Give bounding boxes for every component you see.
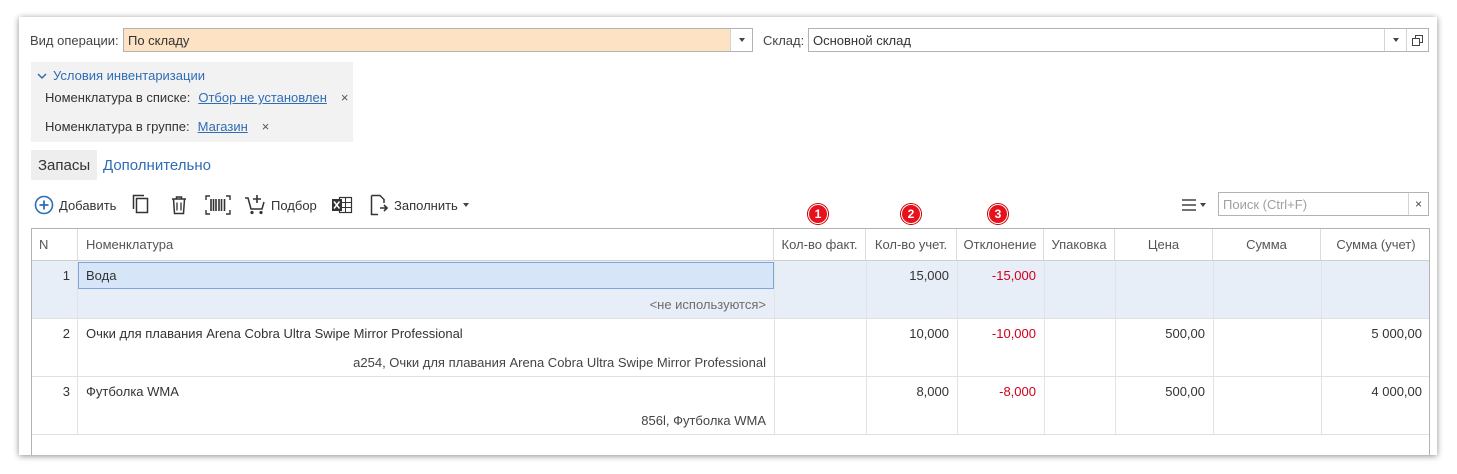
qty-accounting: 15,000 bbox=[909, 268, 949, 283]
deviation: -8,000 bbox=[999, 384, 1036, 399]
table-row[interactable]: 1 Вода <не используются> 15,000 -15,000 bbox=[32, 261, 1429, 319]
condition-label: Номенклатура в списке: bbox=[45, 90, 191, 105]
active-cell[interactable] bbox=[78, 262, 774, 289]
barcode-button[interactable] bbox=[205, 193, 231, 217]
column-header-sum-accounting[interactable]: Сумма (учет) bbox=[1321, 229, 1429, 260]
condition-label: Номенклатура в группе: bbox=[45, 119, 190, 134]
warehouse-label: Склад: bbox=[763, 33, 805, 48]
fill-button-label: Заполнить bbox=[394, 197, 458, 213]
trash-icon bbox=[172, 196, 186, 215]
callout-badge-1: 1 bbox=[808, 204, 828, 224]
column-header-item[interactable]: Номенклатура bbox=[78, 229, 774, 260]
delete-button[interactable] bbox=[170, 193, 188, 217]
condition-row-group: Номенклатура в группе: Магазин × bbox=[45, 119, 269, 134]
column-header-sum[interactable]: Сумма bbox=[1213, 229, 1321, 260]
stocks-table: N Номенклатура Кол-во факт. Кол-во учет.… bbox=[31, 228, 1430, 455]
op-type-dropdown-button[interactable] bbox=[730, 29, 752, 51]
close-icon[interactable]: × bbox=[341, 90, 349, 105]
condition-link[interactable]: Отбор не установлен bbox=[198, 90, 327, 105]
price: 500,00 bbox=[1165, 384, 1205, 399]
op-type-label: Вид операции: bbox=[30, 33, 119, 48]
item-characteristic: a254, Очки для плавания Arena Cobra Ultr… bbox=[353, 355, 766, 370]
row-number: 3 bbox=[62, 384, 70, 399]
search-field[interactable]: × bbox=[1218, 192, 1429, 216]
warehouse-value: Основной склад bbox=[813, 33, 911, 48]
condition-row-list: Номенклатура в списке: Отбор не установл… bbox=[45, 90, 348, 105]
row-number: 2 bbox=[62, 326, 70, 341]
qty-accounting: 10,000 bbox=[909, 326, 949, 341]
column-header-qty-accounting[interactable]: Кол-во учет. bbox=[866, 229, 957, 260]
open-window-icon bbox=[1412, 34, 1423, 46]
chevron-down-icon bbox=[37, 72, 47, 79]
fill-button[interactable]: Заполнить bbox=[369, 193, 469, 217]
add-button-label: Добавить bbox=[59, 197, 117, 213]
column-header-qty-fact[interactable]: Кол-во факт. bbox=[774, 229, 866, 260]
chevron-down-icon bbox=[738, 38, 745, 42]
column-header-price[interactable]: Цена bbox=[1115, 229, 1213, 260]
excel-button[interactable] bbox=[331, 193, 353, 217]
deviation: -15,000 bbox=[991, 268, 1036, 283]
document-form: Вид операции: По складу Склад: Основной … bbox=[19, 17, 1437, 455]
spreadsheet-icon bbox=[332, 196, 353, 214]
chevron-down-icon bbox=[1200, 203, 1206, 207]
cart-plus-icon bbox=[245, 195, 265, 215]
chevron-down-icon bbox=[462, 203, 469, 207]
search-input[interactable] bbox=[1219, 193, 1408, 215]
price: 500,00 bbox=[1165, 326, 1205, 341]
copy-button[interactable] bbox=[131, 193, 151, 217]
close-icon[interactable]: × bbox=[262, 119, 270, 134]
condition-link[interactable]: Магазин bbox=[198, 119, 248, 134]
barcode-icon bbox=[205, 195, 231, 215]
pick-button-label: Подбор bbox=[271, 197, 317, 213]
column-header-n[interactable]: N bbox=[32, 229, 78, 260]
tab-additional[interactable]: Дополнительно bbox=[103, 157, 211, 174]
tab-stocks[interactable]: Запасы bbox=[31, 150, 97, 180]
column-header-deviation[interactable]: Отклонение bbox=[957, 229, 1044, 260]
fill-document-icon bbox=[370, 194, 389, 216]
item-name[interactable]: Футболка WMA bbox=[86, 384, 179, 399]
warehouse-field[interactable]: Основной склад bbox=[808, 28, 1429, 52]
item-name[interactable]: Очки для плавания Arena Cobra Ultra Swip… bbox=[86, 326, 463, 341]
table-header: N Номенклатура Кол-во факт. Кол-во учет.… bbox=[32, 229, 1429, 261]
item-characteristic: <не используются> bbox=[649, 297, 766, 312]
sum-accounting: 4 000,00 bbox=[1371, 384, 1422, 399]
plus-circle-icon bbox=[34, 195, 54, 215]
conditions-toggle[interactable]: Условия инвентаризации bbox=[37, 68, 205, 83]
callout-badge-3: 3 bbox=[988, 204, 1008, 224]
conditions-title: Условия инвентаризации bbox=[53, 68, 205, 83]
table-row[interactable]: 2 Очки для плавания Arena Cobra Ultra Sw… bbox=[32, 319, 1429, 377]
op-type-field[interactable]: По складу bbox=[123, 28, 753, 52]
more-actions-button[interactable] bbox=[1181, 193, 1206, 217]
add-button[interactable]: Добавить bbox=[34, 193, 116, 217]
qty-accounting: 8,000 bbox=[916, 384, 949, 399]
warehouse-dropdown-button[interactable] bbox=[1384, 29, 1406, 51]
copy-icon bbox=[132, 194, 149, 214]
warehouse-open-button[interactable] bbox=[1406, 29, 1428, 51]
row-number: 1 bbox=[62, 268, 70, 283]
chevron-down-icon bbox=[1392, 38, 1399, 42]
item-name[interactable]: Вода bbox=[86, 268, 116, 283]
pick-button[interactable]: Подбор bbox=[244, 193, 317, 217]
inventory-conditions-panel: Условия инвентаризации Номенклатура в сп… bbox=[31, 62, 353, 142]
item-characteristic: 856l, Футболка WMA bbox=[641, 413, 766, 428]
op-type-value: По складу bbox=[128, 33, 190, 48]
menu-icon bbox=[1182, 199, 1196, 211]
search-clear-button[interactable]: × bbox=[1408, 193, 1428, 215]
table-row[interactable]: 3 Футболка WMA 856l, Футболка WMA 8,000 … bbox=[32, 377, 1429, 435]
column-header-package[interactable]: Упаковка bbox=[1044, 229, 1115, 260]
callout-badge-2: 2 bbox=[901, 204, 921, 224]
deviation: -10,000 bbox=[991, 326, 1036, 341]
sum-accounting: 5 000,00 bbox=[1371, 326, 1422, 341]
